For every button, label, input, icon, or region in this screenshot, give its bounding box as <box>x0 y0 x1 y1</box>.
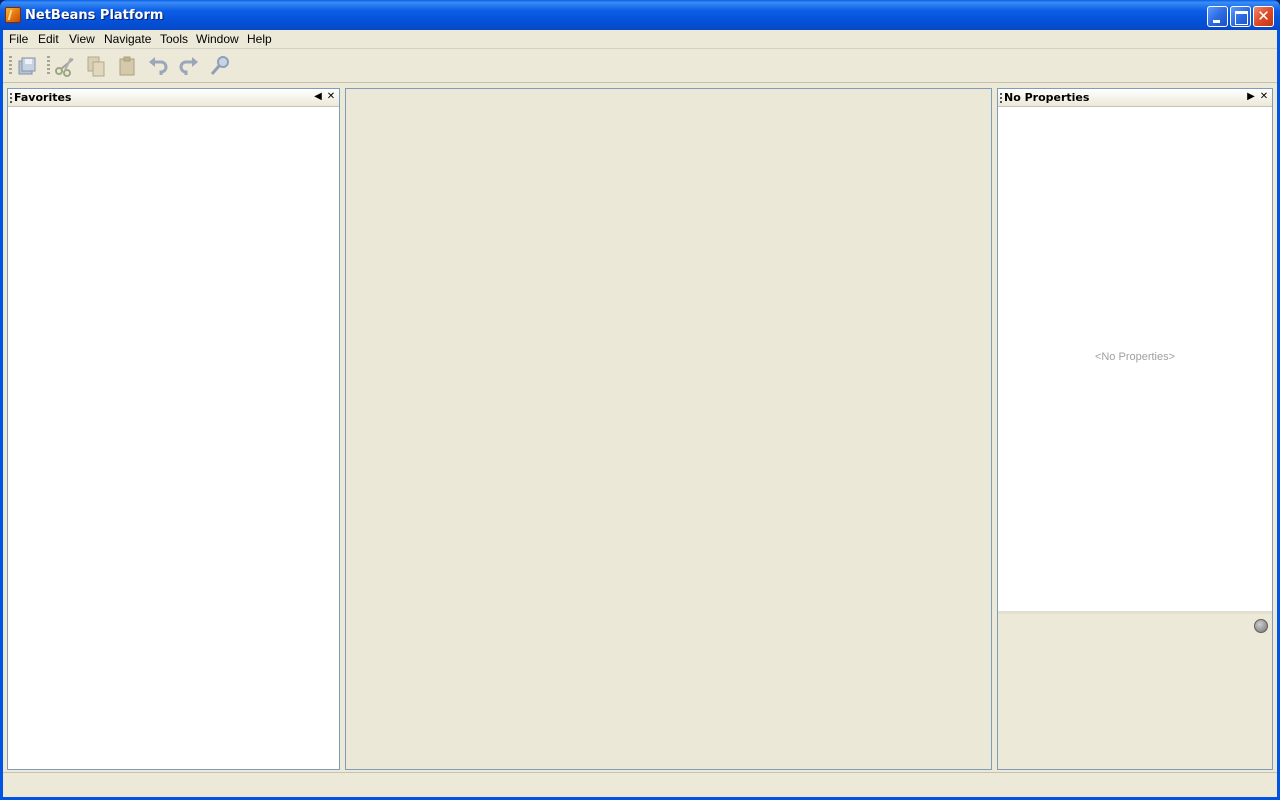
undo-icon <box>149 57 168 75</box>
save-all-icon <box>18 57 36 75</box>
redo-icon <box>179 57 198 75</box>
status-bar <box>3 772 1277 797</box>
help-icon[interactable] <box>1254 619 1268 633</box>
window-title: NetBeans Platform <box>25 8 164 23</box>
paste-button[interactable] <box>115 54 139 78</box>
menu-file[interactable]: File <box>9 32 28 46</box>
minimize-panel-icon[interactable]: ▶ <box>1245 91 1257 103</box>
properties-panel: No Properties ▶ ✕ <No Properties> <box>997 88 1273 770</box>
maximize-button[interactable] <box>1230 6 1251 27</box>
title-bar[interactable]: NetBeans Platform ✕ <box>0 0 1280 30</box>
favorites-title: Favorites <box>14 91 72 104</box>
properties-title: No Properties <box>1004 91 1090 104</box>
close-button[interactable]: ✕ <box>1253 6 1274 27</box>
undo-button[interactable] <box>146 54 170 78</box>
toolbar-separator <box>47 56 50 76</box>
application-window: NetBeans Platform ✕ File Edit View Navig… <box>0 0 1280 800</box>
editor-area <box>345 88 992 770</box>
cut-icon <box>55 57 74 77</box>
menu-bar: File Edit View Navigate Tools Window Hel… <box>3 30 1277 49</box>
copy-button[interactable] <box>84 54 108 78</box>
menu-navigate[interactable]: Navigate <box>104 32 151 46</box>
minimize-button[interactable] <box>1207 6 1228 27</box>
menu-view[interactable]: View <box>69 32 95 46</box>
minimize-panel-icon[interactable]: ◀ <box>312 91 324 103</box>
paste-icon <box>119 56 135 76</box>
no-properties-placeholder: <No Properties> <box>1094 351 1176 363</box>
menu-window[interactable]: Window <box>196 32 239 46</box>
copy-icon <box>87 56 105 77</box>
find-icon <box>210 56 229 75</box>
favorites-header[interactable]: Favorites ◀ ✕ <box>8 89 339 107</box>
redo-button[interactable] <box>177 54 201 78</box>
menu-tools[interactable]: Tools <box>160 32 188 46</box>
toolbar-grip[interactable] <box>9 56 12 76</box>
properties-header[interactable]: No Properties ▶ ✕ <box>998 89 1272 107</box>
close-icon[interactable]: ✕ <box>325 91 337 103</box>
netbeans-icon[interactable] <box>5 7 21 23</box>
drag-grip[interactable] <box>1000 93 1002 103</box>
drag-grip[interactable] <box>10 93 12 103</box>
menu-help[interactable]: Help <box>247 32 272 46</box>
favorites-panel: Favorites ◀ ✕ <box>7 88 340 770</box>
close-icon: ✕ <box>1257 7 1270 25</box>
cut-button[interactable] <box>53 54 77 78</box>
client-area: File Edit View Navigate Tools Window Hel… <box>3 30 1277 797</box>
toolbar <box>3 50 1277 83</box>
menu-edit[interactable]: Edit <box>38 32 59 46</box>
find-button[interactable] <box>208 54 232 78</box>
save-all-button[interactable] <box>15 54 39 78</box>
description-area <box>998 611 1272 769</box>
close-icon[interactable]: ✕ <box>1258 91 1270 103</box>
